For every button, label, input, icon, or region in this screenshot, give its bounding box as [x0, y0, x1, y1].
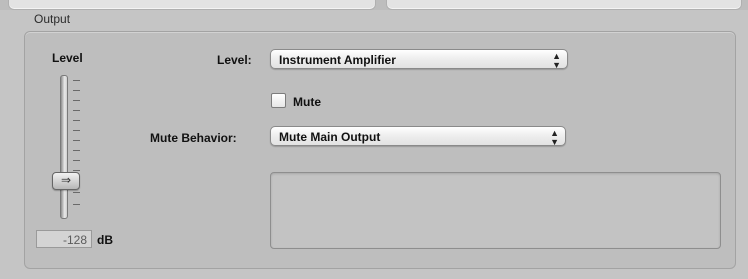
up-down-arrows-icon: ▲ ▼: [552, 51, 561, 70]
top-panel-right: [386, 0, 742, 10]
mute-checkbox-label: Mute: [293, 95, 321, 109]
level-popup-button[interactable]: Instrument Amplifier ▲ ▼: [270, 49, 568, 70]
db-unit-label: dB: [97, 233, 113, 247]
level-popup-label: Level:: [217, 53, 252, 67]
up-down-arrows-icon: ▲ ▼: [550, 128, 559, 147]
top-strip: [0, 0, 748, 10]
mute-checkbox[interactable]: [271, 93, 286, 108]
mute-behavior-label: Mute Behavior:: [150, 131, 237, 145]
level-fader-thumb[interactable]: ⇒: [52, 172, 80, 190]
level-popup-value: Instrument Amplifier: [279, 53, 396, 67]
info-text-area: [270, 172, 721, 249]
level-db-value-field[interactable]: -128: [36, 230, 92, 248]
fader-thumb-arrow-icon: ⇒: [60, 173, 72, 187]
fader-scale-ticks: [73, 80, 81, 210]
mute-behavior-popup-button[interactable]: Mute Main Output ▲ ▼: [270, 126, 566, 147]
level-fader-track[interactable]: [60, 75, 68, 219]
fader-level-label: Level: [52, 51, 83, 65]
mute-behavior-popup-value: Mute Main Output: [279, 130, 381, 144]
output-group-title: Output: [34, 12, 71, 26]
top-panel-left: [8, 0, 376, 10]
